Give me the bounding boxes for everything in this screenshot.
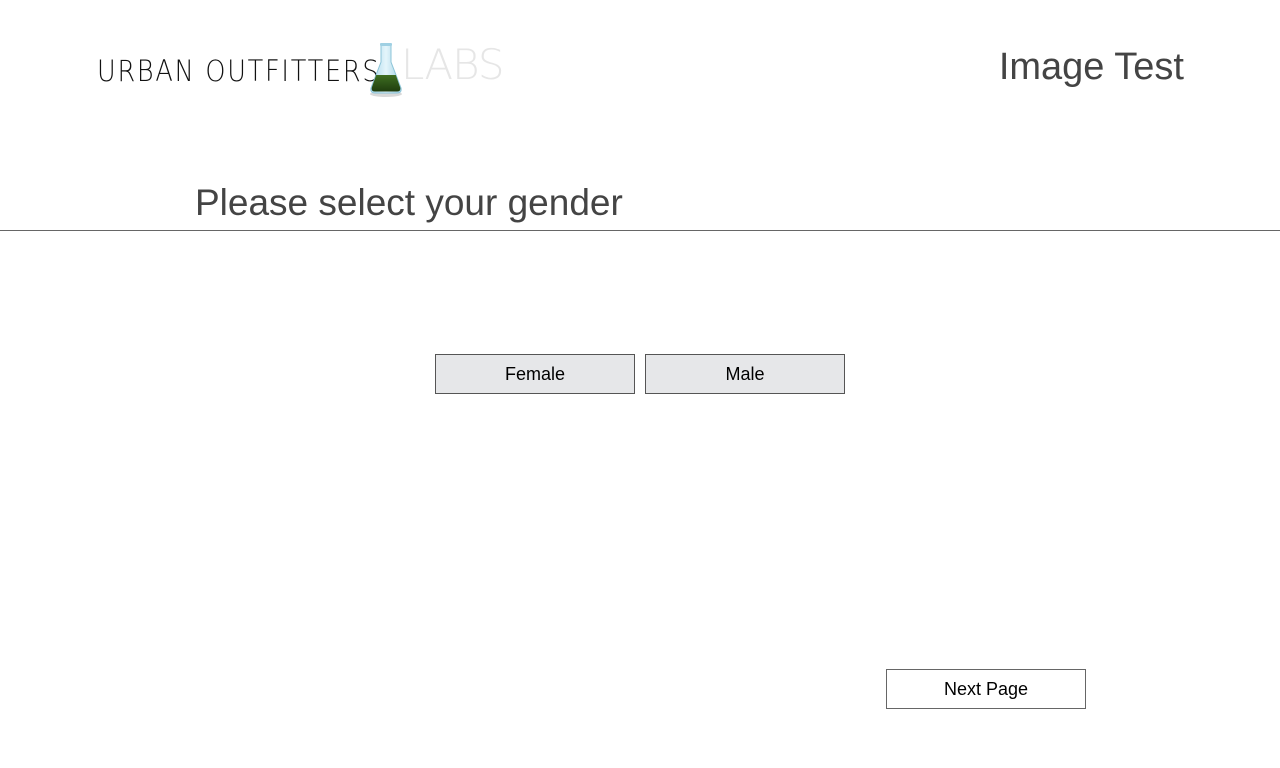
next-page-button[interactable]: Next Page (886, 669, 1086, 709)
page-title: Image Test (998, 46, 1184, 88)
logo-labs: LABS (401, 40, 505, 89)
logo-wordmark: URBAN OUTFITTERS (97, 54, 381, 88)
gender-options: Female Male (435, 354, 845, 394)
logo: URBAN OUTFITTERS LABS (97, 40, 505, 100)
divider (0, 230, 1280, 231)
flask-icon (370, 43, 402, 97)
question-heading: Please select your gender (195, 182, 623, 223)
page: URBAN OUTFITTERS LABS Image Test Please … (0, 0, 1280, 768)
female-button[interactable]: Female (435, 354, 635, 394)
male-button[interactable]: Male (645, 354, 845, 394)
